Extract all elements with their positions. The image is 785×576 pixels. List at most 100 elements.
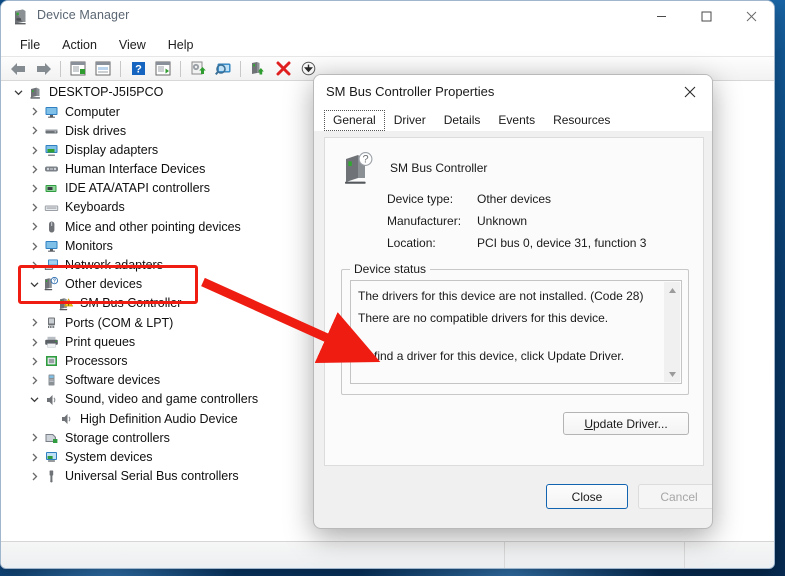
chevron-right-icon[interactable] (26, 352, 42, 371)
back-icon[interactable] (6, 58, 30, 80)
chevron-right-icon[interactable] (26, 256, 42, 275)
chevron-right-icon[interactable] (26, 217, 42, 236)
location-label: Location: (387, 236, 436, 250)
chevron-down-icon[interactable] (10, 83, 26, 102)
tree-label: Keyboards (65, 200, 125, 215)
location-row: Location: PCI bus 0, device 31, function… (325, 236, 703, 252)
update-driver-icon[interactable] (186, 58, 210, 80)
tree-label: Storage controllers (65, 430, 170, 445)
tab-general[interactable]: General (324, 110, 385, 131)
menu-help[interactable]: Help (157, 35, 205, 55)
close-button[interactable] (729, 1, 774, 32)
toolbar-separator (120, 60, 121, 77)
tree-label: Network adapters (65, 258, 163, 273)
mouse-icon (42, 218, 60, 235)
menu-view[interactable]: View (108, 35, 157, 55)
window-title: Device Manager (37, 8, 130, 22)
cancel-button: Cancel (638, 484, 712, 509)
tree-label: Processors (65, 353, 128, 368)
titlebar: Device Manager (1, 1, 774, 33)
svg-text:?: ? (53, 279, 56, 285)
computer-tree-icon (26, 84, 44, 101)
update-driver-button[interactable]: Update Driver... (563, 412, 689, 435)
tree-label: System devices (65, 449, 153, 464)
chevron-right-icon[interactable] (26, 371, 42, 390)
tree-label: Print queues (65, 334, 136, 349)
chevron-right-icon[interactable] (26, 333, 42, 352)
tree-label: Computer (65, 104, 120, 119)
warning-device-icon (57, 295, 75, 312)
menubar: File Action View Help (1, 33, 774, 57)
dialog-titlebar: SM Bus Controller Properties (314, 75, 712, 109)
tree-label: Mice and other pointing devices (65, 219, 241, 234)
chevron-right-icon[interactable] (26, 102, 42, 121)
device-status-textbox[interactable]: The drivers for this device are not inst… (350, 280, 682, 384)
svg-text:?: ? (362, 154, 368, 166)
status-line-1: The drivers for this device are not inst… (358, 289, 644, 303)
monitor-icon (42, 103, 60, 120)
toolbar-separator (60, 60, 61, 77)
maximize-button[interactable] (684, 1, 729, 32)
minimize-button[interactable] (639, 1, 684, 32)
properties-icon[interactable] (91, 58, 115, 80)
chevron-right-icon[interactable] (26, 121, 42, 140)
chevron-right-icon[interactable] (26, 198, 42, 217)
statusbar-segment (684, 542, 774, 568)
view-devices-icon[interactable] (151, 58, 175, 80)
tab-events[interactable]: Events (489, 110, 544, 131)
forward-icon[interactable] (31, 58, 55, 80)
tree-label: Disk drives (65, 123, 127, 138)
tree-label: Other devices (65, 277, 143, 292)
statusbar-message (1, 542, 504, 568)
network-adapter-icon (42, 257, 60, 274)
help-icon[interactable]: ? (126, 58, 150, 80)
dialog-title: SM Bus Controller Properties (326, 84, 495, 99)
keyboard-icon (42, 199, 60, 216)
tab-driver[interactable]: Driver (385, 110, 435, 131)
enable-device-icon[interactable] (246, 58, 270, 80)
location-value: PCI bus 0, device 31, function 3 (477, 236, 647, 250)
tree-label: DESKTOP-J5I5PCO (49, 85, 164, 100)
scan-hardware-changes-icon[interactable] (211, 58, 235, 80)
chevron-right-icon[interactable] (26, 179, 42, 198)
chevron-down-icon[interactable] (26, 275, 42, 294)
manufacturer-label: Manufacturer: (387, 214, 462, 228)
unknown-device-large-icon: ? (345, 152, 373, 184)
menu-file[interactable]: File (9, 35, 51, 55)
chevron-right-icon[interactable] (26, 313, 42, 332)
scroll-up-icon[interactable] (664, 282, 680, 298)
menu-action[interactable]: Action (51, 35, 108, 55)
tree-label: Software devices (65, 373, 161, 388)
tab-details[interactable]: Details (435, 110, 490, 131)
tree-label: High Definition Audio Device (80, 411, 238, 426)
disk-drive-icon (42, 122, 60, 139)
tab-resources[interactable]: Resources (544, 110, 619, 131)
ide-controller-icon (42, 180, 60, 197)
storage-controller-icon (42, 429, 60, 446)
tree-label: IDE ATA/ATAPI controllers (65, 181, 210, 196)
disable-device-icon[interactable] (271, 58, 295, 80)
monitor-icon (42, 238, 60, 255)
device-name: SM Bus Controller (390, 161, 488, 175)
close-button[interactable]: Close (546, 484, 628, 509)
device-status-label: Device status (350, 262, 431, 276)
chevron-right-icon[interactable] (26, 237, 42, 256)
status-line-3: To find a driver for this device, click … (358, 349, 625, 363)
chevron-right-icon[interactable] (26, 141, 42, 160)
general-tab-panel: ? SM Bus Controller Device type: Other d… (324, 137, 704, 466)
dialog-tabs: General Driver Details Events Resources (314, 109, 712, 131)
dialog-close-button[interactable] (668, 75, 712, 108)
chevron-right-icon[interactable] (26, 467, 42, 486)
chevron-right-icon[interactable] (26, 428, 42, 447)
device-header: ? SM Bus Controller (342, 152, 487, 184)
sound-icon (57, 410, 75, 427)
chevron-right-icon[interactable] (26, 448, 42, 467)
scroll-down-icon[interactable] (664, 366, 680, 382)
device-type-label: Device type: (387, 192, 454, 206)
device-type-value: Other devices (477, 192, 552, 206)
chevron-right-icon[interactable] (26, 160, 42, 179)
status-scrollbar[interactable] (664, 282, 680, 382)
chevron-down-icon[interactable] (26, 390, 42, 409)
software-device-icon (42, 372, 60, 389)
show-hidden-devices-icon[interactable] (66, 58, 90, 80)
